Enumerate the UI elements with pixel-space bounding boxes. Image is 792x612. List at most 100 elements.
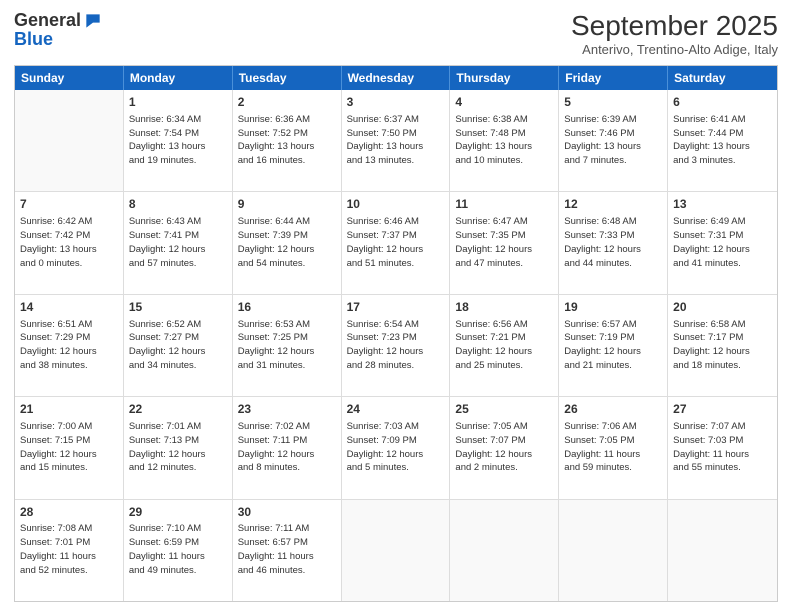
day-number: 25: [455, 401, 553, 418]
calendar-cell: 9Sunrise: 6:44 AM Sunset: 7:39 PM Daylig…: [233, 192, 342, 293]
calendar-header-sunday: Sunday: [15, 66, 124, 90]
title-block: September 2025 Anterivo, Trentino-Alto A…: [571, 10, 778, 57]
day-number: 11: [455, 196, 553, 213]
day-number: 15: [129, 299, 227, 316]
cell-detail: Sunrise: 6:39 AM Sunset: 7:46 PM Dayligh…: [564, 113, 662, 168]
cell-detail: Sunrise: 6:48 AM Sunset: 7:33 PM Dayligh…: [564, 215, 662, 270]
logo-general-text: General: [14, 10, 81, 31]
calendar-cell: 6 Sunrise: 6:41 AM Sunset: 7:44 PM Daylig…: [668, 90, 777, 191]
cell-detail: Sunrise: 7:01 AM Sunset: 7:13 PM Dayligh…: [129, 420, 227, 475]
calendar-cell: 26 Sunrise: 7:06 AM Sunset: 7:05 PM Dayli…: [559, 397, 668, 498]
day-number: 7: [20, 196, 118, 213]
cell-detail: Sunrise: 6:52 AM Sunset: 7:27 PM Dayligh…: [129, 318, 227, 373]
main-title: September 2025: [571, 10, 778, 42]
calendar-cell: 23 Sunrise: 7:02 AM Sunset: 7:11 PM Dayli…: [233, 397, 342, 498]
logo-blue-text: Blue: [14, 29, 53, 49]
day-number: 10: [347, 196, 445, 213]
cell-detail: Sunrise: 6:51 AM Sunset: 7:29 PM Dayligh…: [20, 318, 118, 373]
cell-detail: Sunrise: 7:02 AM Sunset: 7:11 PM Dayligh…: [238, 420, 336, 475]
day-number: 23: [238, 401, 336, 418]
day-number: 14: [20, 299, 118, 316]
calendar-week-3: 21 Sunrise: 7:00 AM Sunset: 7:15 PM Dayli…: [15, 396, 777, 498]
cell-detail: Sunrise: 6:36 AM Sunset: 7:52 PM Dayligh…: [238, 113, 336, 168]
calendar-cell: 1 Sunrise: 6:34 AM Sunset: 7:54 PM Daylig…: [124, 90, 233, 191]
day-number: 17: [347, 299, 445, 316]
cell-detail: Sunrise: 7:11 AM Sunset: 6:57 PM Dayligh…: [238, 522, 336, 577]
calendar-cell: 5 Sunrise: 6:39 AM Sunset: 7:46 PM Daylig…: [559, 90, 668, 191]
calendar-cell: 12 Sunrise: 6:48 AM Sunset: 7:33 PM Dayli…: [559, 192, 668, 293]
cell-detail: Sunrise: 6:53 AM Sunset: 7:25 PM Dayligh…: [238, 318, 336, 373]
day-number: 16: [238, 299, 336, 316]
cell-detail: Sunrise: 6:38 AM Sunset: 7:48 PM Dayligh…: [455, 113, 553, 168]
day-number: 5: [564, 94, 662, 111]
day-number: 27: [673, 401, 772, 418]
cell-detail: Sunrise: 7:06 AM Sunset: 7:05 PM Dayligh…: [564, 420, 662, 475]
cell-detail: Sunrise: 6:54 AM Sunset: 7:23 PM Dayligh…: [347, 318, 445, 373]
day-number: 28: [20, 504, 118, 521]
calendar-week-1: 7 Sunrise: 6:42 AM Sunset: 7:42 PM Daylig…: [15, 191, 777, 293]
calendar-cell: [450, 500, 559, 601]
cell-detail: Sunrise: 6:57 AM Sunset: 7:19 PM Dayligh…: [564, 318, 662, 373]
calendar-cell: 11 Sunrise: 6:47 AM Sunset: 7:35 PM Dayli…: [450, 192, 559, 293]
subtitle: Anterivo, Trentino-Alto Adige, Italy: [571, 42, 778, 57]
calendar-cell: 3 Sunrise: 6:37 AM Sunset: 7:50 PM Daylig…: [342, 90, 451, 191]
cell-detail: Sunrise: 7:03 AM Sunset: 7:09 PM Dayligh…: [347, 420, 445, 475]
calendar-cell: 10 Sunrise: 6:46 AM Sunset: 7:37 PM Dayli…: [342, 192, 451, 293]
cell-detail: Sunrise: 7:08 AM Sunset: 7:01 PM Dayligh…: [20, 522, 118, 577]
calendar-header-saturday: Saturday: [668, 66, 777, 90]
cell-detail: Sunrise: 6:46 AM Sunset: 7:37 PM Dayligh…: [347, 215, 445, 270]
day-number: 2: [238, 94, 336, 111]
cell-detail: Sunrise: 6:42 AM Sunset: 7:42 PM Dayligh…: [20, 215, 118, 270]
calendar-cell: 27Sunrise: 7:07 AM Sunset: 7:03 PM Dayli…: [668, 397, 777, 498]
calendar-week-0: 1 Sunrise: 6:34 AM Sunset: 7:54 PM Daylig…: [15, 90, 777, 191]
day-number: 13: [673, 196, 772, 213]
calendar-cell: [342, 500, 451, 601]
day-number: 3: [347, 94, 445, 111]
calendar-cell: 13Sunrise: 6:49 AM Sunset: 7:31 PM Dayli…: [668, 192, 777, 293]
day-number: 22: [129, 401, 227, 418]
day-number: 26: [564, 401, 662, 418]
calendar-cell: 15 Sunrise: 6:52 AM Sunset: 7:27 PM Dayli…: [124, 295, 233, 396]
calendar-cell: [15, 90, 124, 191]
calendar-cell: 17 Sunrise: 6:54 AM Sunset: 7:23 PM Dayli…: [342, 295, 451, 396]
calendar-week-2: 14 Sunrise: 6:51 AM Sunset: 7:29 PM Dayli…: [15, 294, 777, 396]
calendar-cell: 30Sunrise: 7:11 AM Sunset: 6:57 PM Dayli…: [233, 500, 342, 601]
day-number: 8: [129, 196, 227, 213]
logo-flag-icon: [83, 11, 103, 31]
day-number: 4: [455, 94, 553, 111]
calendar-cell: 4 Sunrise: 6:38 AM Sunset: 7:48 PM Daylig…: [450, 90, 559, 191]
calendar-cell: 28Sunrise: 7:08 AM Sunset: 7:01 PM Dayli…: [15, 500, 124, 601]
day-number: 29: [129, 504, 227, 521]
calendar-header-friday: Friday: [559, 66, 668, 90]
cell-detail: Sunrise: 7:00 AM Sunset: 7:15 PM Dayligh…: [20, 420, 118, 475]
cell-detail: Sunrise: 6:34 AM Sunset: 7:54 PM Dayligh…: [129, 113, 227, 168]
cell-detail: Sunrise: 6:47 AM Sunset: 7:35 PM Dayligh…: [455, 215, 553, 270]
day-number: 21: [20, 401, 118, 418]
day-number: 1: [129, 94, 227, 111]
calendar-cell: 21 Sunrise: 7:00 AM Sunset: 7:15 PM Dayli…: [15, 397, 124, 498]
calendar-cell: 19Sunrise: 6:57 AM Sunset: 7:19 PM Dayli…: [559, 295, 668, 396]
cell-detail: Sunrise: 6:37 AM Sunset: 7:50 PM Dayligh…: [347, 113, 445, 168]
calendar-cell: 7 Sunrise: 6:42 AM Sunset: 7:42 PM Daylig…: [15, 192, 124, 293]
day-number: 30: [238, 504, 336, 521]
calendar-week-4: 28Sunrise: 7:08 AM Sunset: 7:01 PM Dayli…: [15, 499, 777, 601]
calendar-body: 1 Sunrise: 6:34 AM Sunset: 7:54 PM Daylig…: [15, 90, 777, 601]
day-number: 18: [455, 299, 553, 316]
calendar-cell: 2 Sunrise: 6:36 AM Sunset: 7:52 PM Daylig…: [233, 90, 342, 191]
logo: General Blue: [14, 10, 103, 50]
day-number: 6: [673, 94, 772, 111]
cell-detail: Sunrise: 6:44 AM Sunset: 7:39 PM Dayligh…: [238, 215, 336, 270]
page: General Blue September 2025 Anterivo, Tr…: [0, 0, 792, 612]
calendar-cell: 8 Sunrise: 6:43 AM Sunset: 7:41 PM Daylig…: [124, 192, 233, 293]
calendar-header-wednesday: Wednesday: [342, 66, 451, 90]
day-number: 12: [564, 196, 662, 213]
cell-detail: Sunrise: 6:56 AM Sunset: 7:21 PM Dayligh…: [455, 318, 553, 373]
cell-detail: Sunrise: 6:41 AM Sunset: 7:44 PM Dayligh…: [673, 113, 772, 168]
calendar-header: SundayMondayTuesdayWednesdayThursdayFrid…: [15, 66, 777, 90]
calendar-header-thursday: Thursday: [450, 66, 559, 90]
calendar-cell: [559, 500, 668, 601]
calendar-cell: 20Sunrise: 6:58 AM Sunset: 7:17 PM Dayli…: [668, 295, 777, 396]
cell-detail: Sunrise: 6:43 AM Sunset: 7:41 PM Dayligh…: [129, 215, 227, 270]
cell-detail: Sunrise: 7:10 AM Sunset: 6:59 PM Dayligh…: [129, 522, 227, 577]
calendar-header-monday: Monday: [124, 66, 233, 90]
